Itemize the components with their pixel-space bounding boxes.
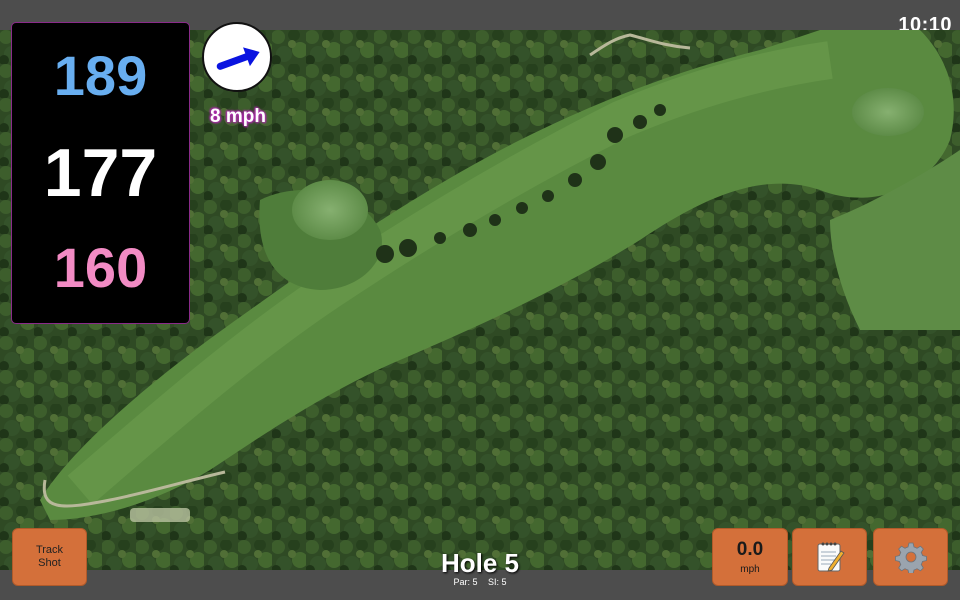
distance-panel: 189 177 160 — [11, 22, 190, 324]
track-shot-label-line2: Shot — [38, 557, 61, 569]
wind-arrow-icon — [216, 47, 260, 70]
notes-button[interactable] — [792, 528, 867, 586]
hole-par: Par: 5 — [453, 577, 478, 587]
distance-middle: 177 — [43, 135, 158, 211]
settings-button[interactable] — [873, 528, 948, 586]
track-shot-button[interactable]: Track Shot — [12, 528, 87, 586]
speed-unit: mph — [740, 563, 760, 575]
track-shot-label-line1: Track — [35, 544, 64, 556]
notepad-icon — [817, 542, 845, 572]
hole-stroke-index: SI: 5 — [488, 577, 507, 587]
hole-title: Hole 5 — [440, 548, 520, 578]
wind-indicator — [202, 22, 272, 92]
speed-value: 0.0 — [736, 538, 764, 560]
wind-speed: 8 mph — [210, 106, 266, 127]
hole-details: Par: 5 SI: 5 — [380, 577, 580, 587]
gear-icon — [894, 542, 927, 573]
distance-back: 189 — [53, 44, 148, 107]
speed-button[interactable]: 0.0 mph — [712, 528, 788, 586]
distance-front: 160 — [53, 236, 148, 299]
